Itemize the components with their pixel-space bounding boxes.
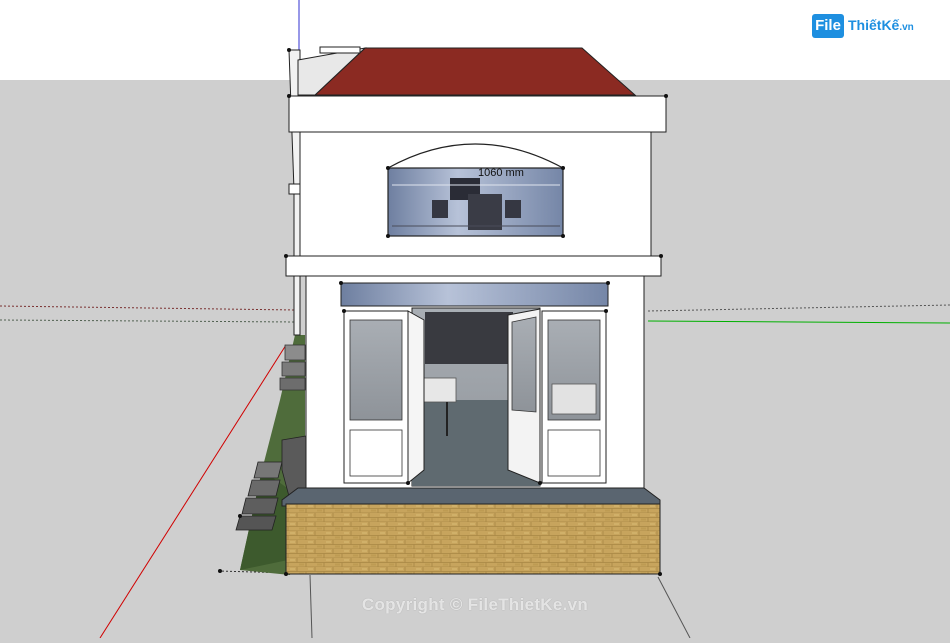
right-interior-sofa <box>551 383 597 415</box>
chimney-cap <box>319 46 361 54</box>
left-panel-base <box>349 429 403 477</box>
side-wall-ledge <box>288 183 302 195</box>
brick-plinth <box>285 503 661 575</box>
left-door-leaf[interactable] <box>407 310 425 485</box>
transom-window <box>340 282 609 307</box>
roof <box>313 47 637 96</box>
right-panel-base <box>547 429 601 477</box>
logo-name: ThiếtKế <box>848 17 900 33</box>
site-logo: File ThiếtKế.vn <box>812 12 922 42</box>
middle-cornice <box>285 255 662 277</box>
copyright-watermark: Copyright © FileThietKe.vn <box>361 595 589 614</box>
logo-domain: .vn <box>899 22 914 33</box>
upper-cornice <box>288 95 667 133</box>
model-canvas[interactable] <box>0 0 950 639</box>
sketchup-viewport[interactable] <box>0 0 950 639</box>
floor-slab <box>281 487 661 507</box>
interior-back-panel <box>425 312 513 364</box>
right-door-glass <box>511 316 537 413</box>
logo-text: ThiếtKế.vn <box>848 17 914 33</box>
logo-box: File <box>812 14 844 38</box>
left-panel-glass <box>349 319 403 421</box>
dimension-label: 1060 mm <box>478 167 524 179</box>
